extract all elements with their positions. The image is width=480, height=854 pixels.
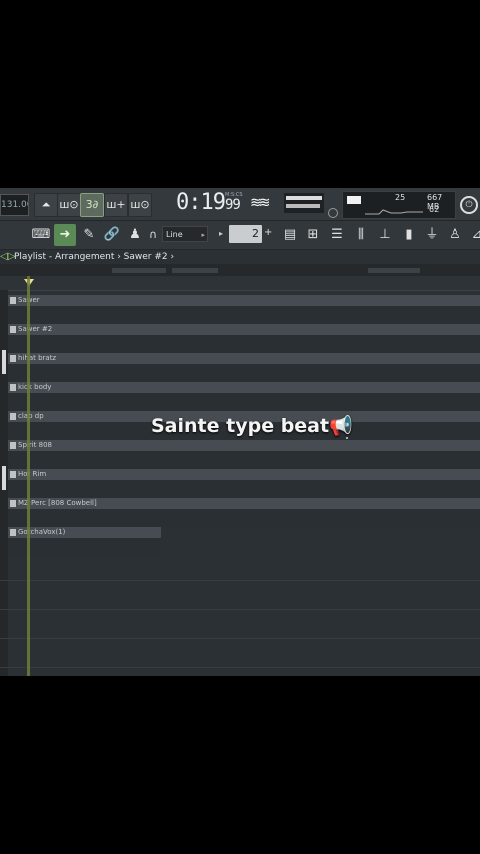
clip-icon (10, 442, 16, 449)
help-person-icon[interactable]: ♙ (444, 224, 466, 246)
track-clip[interactable]: Spirit 808 (8, 440, 480, 451)
cpu-memory-monitor: 25 667 MB 62 (342, 191, 456, 219)
cpu-value: 25 (395, 193, 406, 202)
countdown-button[interactable]: 3∂ (80, 193, 104, 217)
overview-block (112, 268, 166, 273)
meter-left-bar (286, 196, 322, 200)
clip-label: hihat bratz (18, 354, 57, 362)
track-area[interactable]: Sawer Sawer #2 hihat bratz kick body cla… (0, 276, 480, 676)
track-lane[interactable]: Sawer (0, 290, 480, 324)
arrow-right-icon[interactable]: ➜ (54, 224, 76, 246)
video-caption: Sainte type beat📢 (151, 414, 353, 437)
breadcrumb-text[interactable]: Playlist - Arrangement › Sawer #2 › (14, 250, 174, 264)
clip-body (8, 538, 161, 556)
polyphony-value: 62 (429, 205, 440, 214)
playlist-icon[interactable]: ▤ (279, 224, 301, 246)
track-clip[interactable]: MZ Perc [808 Cowbell] (8, 498, 480, 509)
track-lane[interactable]: Sawer #2 (0, 319, 480, 353)
empty-lane-divider (0, 667, 480, 668)
pattern-prev-icon[interactable]: ▸ (219, 229, 223, 238)
clip-label: Spirit 808 (18, 441, 52, 449)
track-lane[interactable]: Hot Rim (0, 464, 480, 498)
clip-icon (10, 471, 16, 478)
metronome-button[interactable]: ⏶ (34, 193, 58, 217)
track-lane[interactable]: kick body (0, 377, 480, 411)
browser-tree-icon[interactable]: ⊥ (374, 224, 396, 246)
track-clip[interactable]: Sawer #2 (8, 324, 480, 335)
track-clip[interactable]: hihat bratz (8, 353, 480, 364)
overview-block (172, 268, 218, 273)
waveform-icon: ≋≋ (250, 195, 270, 211)
pattern-selector[interactable]: 2 (229, 225, 262, 243)
track-lane[interactable]: Spirit 808 (0, 435, 480, 469)
more-icon[interactable]: ⊿ (466, 224, 480, 246)
track-clip[interactable]: kick body (8, 382, 480, 393)
mixer-icon[interactable]: ⫼ (350, 224, 372, 246)
track-clip[interactable]: Sawer (8, 295, 480, 306)
link-icon[interactable]: 🔗 (101, 224, 123, 246)
clip-label: Hot Rim (18, 470, 47, 478)
piano-keyboard-icon[interactable]: ⌨ (30, 224, 52, 246)
wait-record-button[interactable]: ш⊙ (57, 193, 81, 217)
timeline-ruler[interactable] (0, 276, 480, 291)
step-edit-button[interactable]: ш+ (104, 193, 128, 217)
overview-block (368, 268, 420, 273)
track-clip[interactable]: Hot Rim (8, 469, 480, 480)
clip-icon (10, 500, 16, 507)
playhead-line[interactable] (27, 276, 30, 676)
project-file-icon[interactable]: ▮ (398, 224, 420, 246)
draw-pencil-icon[interactable]: ✎ (78, 224, 100, 246)
add-pattern-icon[interactable]: + (264, 227, 272, 238)
time-sub: 99 (224, 197, 241, 213)
master-pitch-knob[interactable] (328, 208, 338, 218)
time-format-label: M:S:CS (225, 192, 243, 198)
track-lane[interactable]: MZ Perc [808 Cowbell] (0, 493, 480, 527)
overview-strip[interactable] (0, 264, 480, 276)
track-lane[interactable]: hihat bratz (0, 348, 480, 382)
cpu-graph-block (347, 196, 361, 204)
piano-roll-icon[interactable]: ☰ (326, 224, 348, 246)
playlist-breadcrumb: ◁▷ Playlist - Arrangement › Sawer #2 › (0, 250, 480, 264)
master-volume-meter (284, 193, 324, 213)
clip-label: kick body (18, 383, 52, 391)
clip-label: GotchaVox(1) (18, 528, 66, 536)
track-lane[interactable]: GotchaVox(1) (0, 522, 480, 556)
clip-icon (10, 384, 16, 391)
clip-icon (10, 413, 16, 420)
meter-right-bar (286, 204, 320, 208)
tempo-display[interactable]: 131.000 (0, 194, 29, 216)
plugin-plug-icon[interactable]: ⏚ (421, 224, 443, 246)
empty-lane-divider (0, 609, 480, 610)
cpu-graph-line (365, 209, 423, 215)
tools-toolbar: ⌨ ➜ ✎ 🔗 ♟ ∩ Line ▸ 2 + ▤ ⊞ ☰ ⫼ ⊥ ▮ ⏚ ♙ ⊿ (0, 221, 480, 250)
caption-text: Sainte type beat (151, 415, 330, 437)
track-clip[interactable]: GotchaVox(1) (8, 527, 161, 538)
empty-lane-divider (0, 580, 480, 581)
power-icon[interactable]: ⏻ (460, 196, 478, 214)
track-selected-marker (2, 350, 6, 374)
time-main: 0:19 (176, 190, 226, 215)
empty-lane-divider (0, 638, 480, 639)
clip-label: clap dp (18, 412, 44, 420)
clip-icon (10, 529, 16, 536)
channel-rack-icon[interactable]: ⊞ (302, 224, 324, 246)
track-selected-marker (2, 466, 6, 490)
clip-label: Sawer #2 (18, 325, 53, 333)
clip-icon (10, 355, 16, 362)
magnet-icon[interactable]: ∩ (146, 224, 160, 246)
clip-icon (10, 297, 16, 304)
megaphone-icon: 📢 (329, 415, 353, 437)
main-toolbar: 131.000 ⏶ ш⊙ 3∂ ш+ ш⊙ 0:1999 M:S:CS ≋≋ 2… (0, 188, 480, 221)
snap-selector[interactable]: Line (162, 226, 208, 243)
stamp-icon[interactable]: ♟ (124, 224, 146, 246)
clip-icon (10, 326, 16, 333)
cursor-dot (346, 437, 348, 439)
blend-notes-button[interactable]: ш⊙ (128, 193, 152, 217)
